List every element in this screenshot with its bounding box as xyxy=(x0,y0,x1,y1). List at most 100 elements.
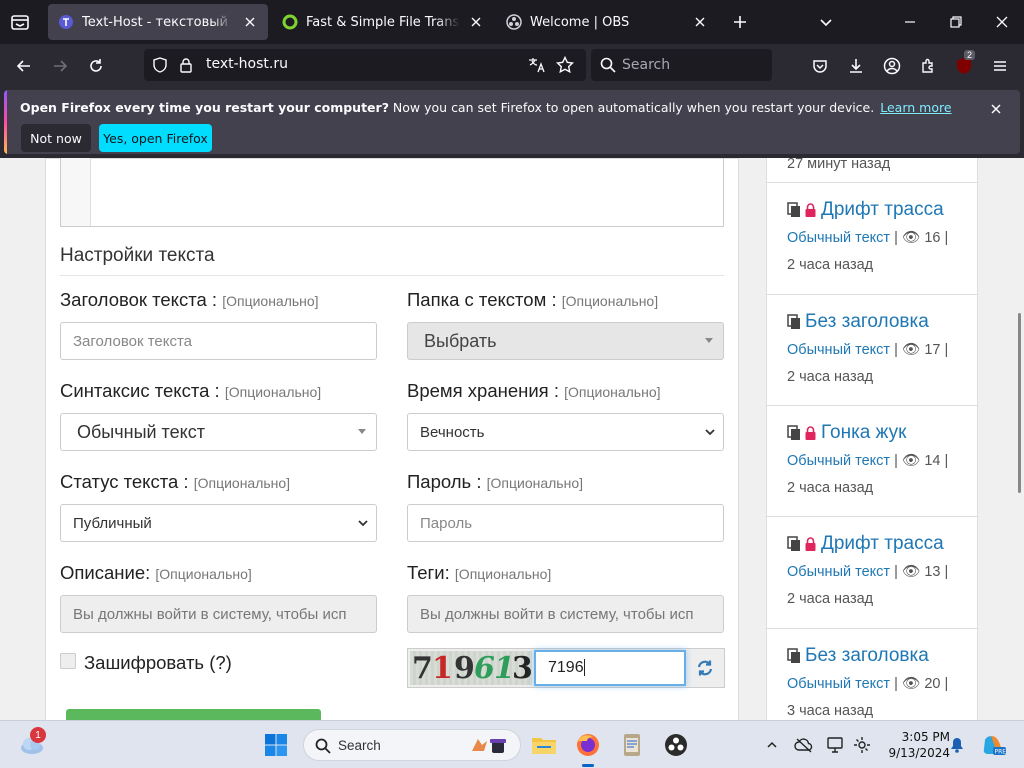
tab-obs[interactable]: Welcome | OBS xyxy=(496,4,718,40)
syntax-link[interactable]: Обычный текст xyxy=(787,676,890,692)
address-bar[interactable]: text-host.ru xyxy=(144,49,586,81)
close-tab-icon[interactable] xyxy=(242,14,258,30)
navigation-toolbar: text-host.ru Search 2 xyxy=(0,44,1024,86)
learn-more-link[interactable]: Learn more xyxy=(880,100,951,115)
close-notification-icon[interactable] xyxy=(990,102,1006,118)
copy-icon[interactable] xyxy=(787,202,801,218)
caret-down-icon xyxy=(358,429,366,434)
folder-label: Папка с текстом : [Опционально] xyxy=(407,289,659,310)
obs-taskbar-icon[interactable] xyxy=(660,729,692,761)
paste-title-link[interactable]: Дрифт трасса xyxy=(821,533,944,555)
copilot-icon[interactable]: PRE xyxy=(980,735,1008,756)
new-tab-icon[interactable] xyxy=(728,10,752,34)
refresh-captcha-icon[interactable] xyxy=(696,659,714,677)
divider xyxy=(60,275,724,276)
expiry-label: Время хранения : [Опционально] xyxy=(407,380,661,401)
download-icon[interactable] xyxy=(842,52,870,80)
chevron-down-icon xyxy=(356,516,370,530)
translate-icon[interactable] xyxy=(528,57,546,78)
list-item[interactable]: Без заголовка Обычный текст | 👁 17 | 2 ч… xyxy=(767,295,977,406)
folder-select[interactable]: Выбрать xyxy=(407,322,724,360)
search-bar[interactable]: Search xyxy=(591,49,772,81)
tab-text-host[interactable]: Text-Host - текстовый хостинг xyxy=(48,4,268,40)
notification-accent xyxy=(4,90,7,154)
taskbar-search[interactable]: Search xyxy=(303,729,521,761)
encrypt-checkbox[interactable] xyxy=(60,653,76,669)
list-all-tabs-icon[interactable] xyxy=(8,10,32,34)
status-select[interactable]: Публичный xyxy=(60,504,377,542)
copy-icon[interactable] xyxy=(787,536,801,552)
clock-time: 3:05 PM xyxy=(901,730,950,744)
pocket-icon[interactable] xyxy=(806,52,834,80)
notepad-app-icon[interactable] xyxy=(616,729,648,761)
clock-date: 9/13/2024 xyxy=(888,746,950,760)
paste-title-link[interactable]: Гонка жук xyxy=(821,422,906,444)
page-scrollbar[interactable] xyxy=(1018,313,1021,493)
close-tab-icon[interactable] xyxy=(692,14,708,30)
notification-bell-icon[interactable] xyxy=(947,735,967,755)
line-number-gutter xyxy=(61,158,91,226)
paste-title-link[interactable]: Дрифт трасса xyxy=(821,199,944,221)
url-text: text-host.ru xyxy=(206,56,288,72)
file-explorer-icon[interactable] xyxy=(528,729,560,761)
weather-widget-icon[interactable]: 1 xyxy=(16,727,48,761)
paste-title-link[interactable]: Без заголовка xyxy=(805,311,929,333)
not-now-button[interactable]: Not now xyxy=(21,124,91,152)
chevron-down-icon xyxy=(703,425,717,439)
syntax-link[interactable]: Обычный текст xyxy=(787,230,890,246)
captcha-input[interactable]: 7196 xyxy=(534,650,686,686)
yes-open-firefox-button[interactable]: Yes, open Firefox xyxy=(99,124,212,152)
password-input[interactable]: Пароль xyxy=(407,504,724,542)
paste-title-link[interactable]: Без заголовка xyxy=(805,645,929,667)
network-settings-icon[interactable] xyxy=(852,735,872,755)
show-hidden-icons-chevron-icon[interactable] xyxy=(762,735,782,755)
bookmark-star-icon[interactable] xyxy=(555,55,575,79)
ublock-extension-icon[interactable]: 2 xyxy=(950,50,978,80)
captcha-group: 7 1 9 6 1 3 7196 xyxy=(407,648,725,688)
extensions-puzzle-icon[interactable] xyxy=(914,52,942,80)
eye-icon: 👁 xyxy=(901,453,921,469)
copy-icon[interactable] xyxy=(787,425,801,441)
cloud-sync-icon[interactable] xyxy=(794,735,814,755)
lock-icon[interactable] xyxy=(178,57,194,78)
list-item[interactable]: Без заголовка Обычный текст | 👁 20 | 3 ч… xyxy=(767,629,977,720)
display-icon[interactable] xyxy=(826,735,846,755)
search-placeholder: Search xyxy=(338,738,381,753)
expiry-select[interactable]: Вечность xyxy=(407,413,724,451)
notification-message: Open Firefox every time you restart your… xyxy=(20,100,952,115)
text-editor[interactable] xyxy=(60,158,724,227)
back-arrow-icon[interactable] xyxy=(10,52,38,80)
list-item[interactable]: Дрифт трасса Обычный текст | 👁 16 | 2 ча… xyxy=(767,183,977,295)
notification-badge: 1 xyxy=(30,727,46,743)
copy-icon[interactable] xyxy=(787,314,801,330)
chevron-down-icon[interactable] xyxy=(814,10,838,34)
timestamp: 2 часа назад xyxy=(787,257,874,273)
lock-icon xyxy=(805,203,816,217)
syntax-link[interactable]: Обычный текст xyxy=(787,342,890,358)
syntax-link[interactable]: Обычный текст xyxy=(787,564,890,580)
tab-title: Welcome | OBS xyxy=(530,14,630,30)
lock-icon xyxy=(805,426,816,440)
minimize-icon[interactable] xyxy=(898,10,922,34)
syntax-link[interactable]: Обычный текст xyxy=(787,453,890,469)
reload-icon[interactable] xyxy=(82,52,110,80)
title-label: Заголовок текста : [Опционально] xyxy=(60,289,319,310)
submit-button[interactable] xyxy=(66,709,321,720)
forward-arrow-icon[interactable] xyxy=(46,52,74,80)
list-item[interactable]: Дрифт трасса Обычный текст | 👁 13 | 2 ча… xyxy=(767,517,977,629)
system-clock[interactable]: 3:05 PM 9/13/2024 xyxy=(878,729,950,761)
copy-icon[interactable] xyxy=(787,648,801,664)
close-window-icon[interactable] xyxy=(990,10,1014,34)
restore-icon[interactable] xyxy=(944,10,968,34)
hamburger-menu-icon[interactable] xyxy=(986,52,1014,80)
firefox-taskbar-icon[interactable] xyxy=(572,729,604,767)
syntax-select[interactable]: Обычный текст xyxy=(60,413,377,451)
list-item[interactable]: Гонка жук Обычный текст | 👁 14 | 2 часа … xyxy=(767,406,977,517)
shield-icon[interactable] xyxy=(152,57,168,78)
tab-file-transfers[interactable]: Fast & Simple File Transfers - Fil xyxy=(272,4,494,40)
title-input[interactable]: Заголовок текста xyxy=(60,322,377,360)
windows-taskbar: 1 Search 3:05 PM 9/13/2024 PRE xyxy=(0,720,1024,768)
account-icon[interactable] xyxy=(878,52,906,80)
windows-start-icon[interactable] xyxy=(260,729,292,761)
close-tab-icon[interactable] xyxy=(468,14,484,30)
